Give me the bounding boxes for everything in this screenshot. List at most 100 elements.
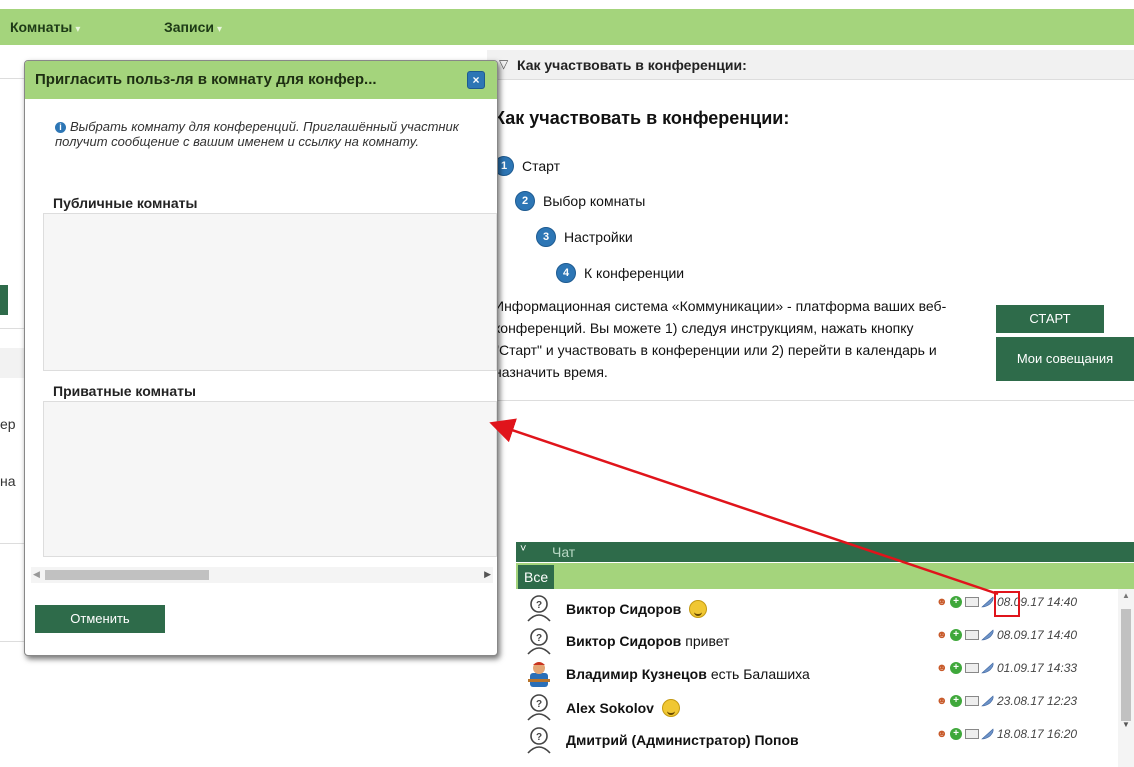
author-name[interactable]: Владимир Кузнецов xyxy=(566,666,707,682)
user-profile-icon[interactable]: ☻ xyxy=(936,695,948,707)
add-contact-icon[interactable]: + xyxy=(950,662,962,674)
step-number-icon: 3 xyxy=(536,227,556,247)
start-button[interactable]: СТАРТ xyxy=(996,305,1104,333)
scroll-left-icon[interactable]: ◀ xyxy=(33,569,40,580)
envelope-icon[interactable] xyxy=(965,630,979,640)
user-photo-avatar[interactable] xyxy=(524,659,554,689)
invite-feather-icon[interactable] xyxy=(981,695,995,707)
dialog-hint-text: Выбрать комнату для конференций. Приглаш… xyxy=(55,119,459,149)
chat-message-author[interactable]: Дмитрий (Администратор) Попов xyxy=(566,732,799,748)
private-rooms-list[interactable] xyxy=(43,401,497,557)
unknown-user-icon[interactable]: ? xyxy=(524,725,554,755)
chevron-down-icon: ▾ xyxy=(75,24,81,35)
chat-tabs: Все xyxy=(516,563,1134,589)
message-date: 08.09.17 14:40 xyxy=(997,628,1078,642)
smile-emoji-icon xyxy=(661,699,680,717)
unknown-user-icon[interactable]: ? xyxy=(524,692,554,722)
envelope-icon[interactable] xyxy=(965,663,979,673)
svg-text:?: ? xyxy=(536,732,542,743)
my-meetings-button[interactable]: Мои совещания xyxy=(996,337,1134,381)
tab-all[interactable]: Все xyxy=(518,565,555,589)
svg-text:?: ? xyxy=(536,600,542,611)
top-menu-bar: Комнаты ▾ Записи ▾ xyxy=(0,9,1134,45)
add-contact-icon[interactable]: + xyxy=(950,695,962,707)
info-panel-header[interactable]: ▽ Как участвовать в конференции: xyxy=(487,50,1134,80)
chat-message: ? Виктор Сидоров ☻ +08.09.17 14:40 xyxy=(516,589,1120,625)
chevron-down-icon: ▾ xyxy=(217,24,223,35)
svg-text:?: ? xyxy=(536,699,542,710)
chat-message-author[interactable]: Виктор Сидоров привет xyxy=(566,633,729,649)
chat-message-list: ? Виктор Сидоров ☻ +08.09.17 14:40? Виктор С… xyxy=(516,589,1134,767)
chat-message: ? Alex Sokolov ☻ +23.08.17 12:23 xyxy=(516,688,1120,724)
menu-rooms-label: Комнаты xyxy=(10,19,73,35)
envelope-icon[interactable] xyxy=(965,729,979,739)
invite-feather-icon[interactable] xyxy=(981,629,995,641)
public-rooms-list[interactable] xyxy=(43,213,497,371)
author-name[interactable]: Дмитрий (Администратор) Попов xyxy=(566,732,799,748)
message-tools: ☻ +01.09.17 14:33 xyxy=(936,661,1077,675)
add-contact-icon[interactable]: + xyxy=(950,596,962,608)
step-number-icon: 2 xyxy=(515,191,535,211)
step-label: Старт xyxy=(522,158,561,174)
step-label: Выбор комнаты xyxy=(543,193,646,209)
chat-scrollbar[interactable]: ▲ ▼ xyxy=(1118,589,1134,767)
invite-feather-icon[interactable] xyxy=(981,662,995,674)
add-contact-icon[interactable]: + xyxy=(950,728,962,740)
dialog-titlebar[interactable]: Пригласить польз-ля в комнату для конфер… xyxy=(25,61,497,99)
unknown-user-icon[interactable]: ? xyxy=(524,626,554,656)
chat-message: Владимир Кузнецов есть Балашиха ☻ +01.09.17… xyxy=(516,655,1120,691)
collapse-triangle-icon[interactable]: ▽ xyxy=(499,57,508,71)
message-tools: ☻ +23.08.17 12:23 xyxy=(936,694,1077,708)
user-profile-icon[interactable]: ☻ xyxy=(936,629,948,641)
chevron-down-icon[interactable]: ˅ xyxy=(520,543,526,555)
chat-message: ? Виктор Сидоров привет ☻ +08.09.17 14:40 xyxy=(516,622,1120,658)
scrollbar-thumb[interactable] xyxy=(1121,609,1131,721)
envelope-icon[interactable] xyxy=(965,597,979,607)
menu-records-label: Записи xyxy=(164,19,215,35)
cancel-button[interactable]: Отменить xyxy=(35,605,165,633)
message-date: 01.09.17 14:33 xyxy=(997,661,1078,675)
message-date: 18.08.17 16:20 xyxy=(997,727,1078,741)
close-icon[interactable]: × xyxy=(467,71,485,89)
envelope-icon[interactable] xyxy=(965,696,979,706)
public-rooms-label: Публичные комнаты xyxy=(53,195,198,211)
user-profile-icon[interactable]: ☻ xyxy=(936,662,948,674)
invite-feather-icon[interactable] xyxy=(981,596,995,608)
chat-header[interactable]: ˅ Чат xyxy=(516,542,1134,562)
user-profile-icon[interactable]: ☻ xyxy=(936,728,948,740)
info-description: Информационная система «Коммуникации» - … xyxy=(494,298,947,380)
unknown-user-icon[interactable]: ? xyxy=(524,593,554,623)
message-tools: ☻ +08.09.17 14:40 xyxy=(936,628,1077,642)
chat-message-author[interactable]: Виктор Сидоров xyxy=(566,600,708,618)
message-tools: ☻ +18.08.17 16:20 xyxy=(936,727,1077,741)
dialog-title: Пригласить польз-ля в комнату для конфер… xyxy=(35,71,377,88)
info-title: Как участвовать в конференции: xyxy=(494,108,790,128)
svg-text:?: ? xyxy=(536,633,542,644)
menu-rooms[interactable]: Комнаты ▾ xyxy=(10,19,80,35)
rooms-panel-button[interactable] xyxy=(0,285,8,315)
chat-title: Чат xyxy=(552,544,576,560)
scrollbar-thumb[interactable] xyxy=(45,570,209,580)
step-settings: 3 Настройки xyxy=(536,227,633,247)
scroll-up-icon[interactable]: ▲ xyxy=(1122,591,1130,600)
invite-feather-icon[interactable] xyxy=(981,728,995,740)
chat-message-author[interactable]: Alex Sokolov xyxy=(566,699,680,717)
step-room-choice: 2 Выбор комнаты xyxy=(515,191,645,211)
menu-records[interactable]: Записи ▾ xyxy=(164,19,222,35)
dialog-horizontal-scrollbar[interactable]: ◀ ▶ xyxy=(31,567,493,583)
user-profile-icon[interactable]: ☻ xyxy=(936,596,948,608)
chat-message-author[interactable]: Владимир Кузнецов есть Балашиха xyxy=(566,666,810,682)
scroll-down-icon[interactable]: ▼ xyxy=(1122,720,1130,729)
divider xyxy=(494,400,1134,401)
author-name[interactable]: Alex Sokolov xyxy=(566,700,654,716)
add-contact-icon[interactable]: + xyxy=(950,629,962,641)
step-number-icon: 4 xyxy=(556,263,576,283)
author-name[interactable]: Виктор Сидоров xyxy=(566,601,681,617)
private-rooms-label: Приватные комнаты xyxy=(53,383,196,399)
chat-message-text: привет xyxy=(685,633,730,649)
author-name[interactable]: Виктор Сидоров xyxy=(566,633,681,649)
step-label: К конференции xyxy=(584,265,685,281)
info-panel-header-title: Как участвовать в конференции: xyxy=(517,57,747,73)
scroll-right-icon[interactable]: ▶ xyxy=(484,569,491,580)
step-start: 1 Старт xyxy=(494,156,560,176)
